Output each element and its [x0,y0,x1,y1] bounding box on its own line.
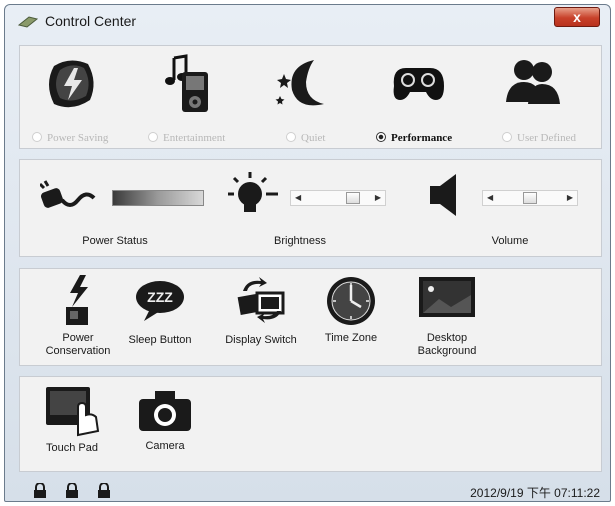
power-saving-text: Power Saving [47,132,109,144]
volume-right-arrow-icon[interactable]: ▶ [567,193,573,202]
gamepad-icon [393,68,444,100]
mode-power-saving[interactable] [22,52,122,116]
power-conservation-label: Power Conservation [45,332,111,357]
close-button[interactable]: x [554,7,600,27]
devices-panel: Touch Pad Camera [19,376,602,472]
mode-user-defined[interactable] [482,52,582,116]
mode-user-defined-label[interactable]: User Defined [502,132,612,144]
camera-button[interactable]: Camera [130,387,200,453]
power-conservation-icon [66,275,88,325]
performance-text: Performance [391,132,453,144]
brightness-right-arrow-icon[interactable]: ▶ [375,193,381,202]
tools-panel: Power Conservation ZZZ Sleep Button Disp… [19,268,602,366]
title-bar[interactable]: Control Center x [5,5,610,37]
volume-thumb[interactable] [523,192,537,204]
control-center-window: Control Center x Power Saving Entertainm… [4,4,611,502]
sleep-button-label: Sleep Button [128,334,192,346]
radio-power-saving[interactable] [32,132,42,142]
radio-entertainment[interactable] [148,132,158,142]
mode-performance-label[interactable]: Performance [376,132,486,144]
users-icon [506,60,560,104]
radio-quiet[interactable] [286,132,296,142]
mode-entertainment[interactable] [138,52,238,116]
camera-label: Camera [145,440,185,452]
datetime-display: 2012/9/19 下午 07:11:22 [470,486,600,500]
brightness-left-arrow-icon[interactable]: ◀ [295,193,301,202]
app-icon [17,16,39,28]
display-switch-button[interactable]: Display Switch [216,277,306,347]
num-lock-icon [66,483,78,498]
desktop-background-label: Desktop Background [417,332,477,357]
camera-icon [139,391,191,431]
desktop-background-icon [419,277,475,317]
window-title: Control Center [45,13,137,29]
brightness-slider[interactable]: ◀ ▶ [290,190,386,206]
entertainment-text: Entertainment [163,132,226,144]
volume-label: Volume [491,235,529,247]
light-bulb-icon [228,172,278,212]
power-plug-icon [40,180,96,208]
mode-quiet[interactable] [252,52,352,116]
user-defined-text: User Defined [517,132,576,144]
sleep-zzz-icon: ZZZ [136,281,184,321]
mode-panel: Power Saving Entertainment Quiet Perform… [19,45,602,149]
brightness-thumb[interactable] [346,192,360,204]
desktop-background-button[interactable]: Desktop Background [402,275,492,358]
radio-user-defined[interactable] [502,132,512,142]
quiet-text: Quiet [301,132,326,144]
scroll-lock-icon [98,483,110,498]
music-player-icon [165,54,208,112]
svg-text:ZZZ: ZZZ [147,289,173,305]
controls-panel: Power Status ◀ ▶ Brightness ◀ ▶ Volume [19,159,602,257]
clock-icon [327,277,375,325]
touchpad-icon [46,387,100,437]
touch-pad-label: Touch Pad [46,442,98,454]
mode-performance[interactable] [368,52,468,116]
volume-left-arrow-icon[interactable]: ◀ [487,193,493,202]
volume-slider[interactable]: ◀ ▶ [482,190,578,206]
speaker-icon [430,174,456,216]
mode-entertainment-label[interactable]: Entertainment [148,132,258,144]
sleep-button[interactable]: ZZZ Sleep Button [120,277,200,347]
caps-lock-icon [34,483,46,498]
power-status-label: Power Status [82,235,148,247]
brightness-label: Brightness [274,235,326,247]
touch-pad-button[interactable]: Touch Pad [34,385,110,455]
radio-performance[interactable] [376,132,386,142]
display-switch-icon [237,277,285,323]
moon-stars-icon [275,60,324,106]
time-zone-label: Time Zone [324,332,378,344]
status-bar: 2012/9/19 下午 07:11:22 [19,479,600,501]
battery-lightning-icon [49,60,94,108]
power-status-bar [112,190,204,206]
mode-power-saving-label[interactable]: Power Saving [32,132,142,144]
display-switch-label: Display Switch [225,334,297,346]
power-conservation-button[interactable]: Power Conservation [38,275,118,358]
time-zone-button[interactable]: Time Zone [316,275,386,345]
